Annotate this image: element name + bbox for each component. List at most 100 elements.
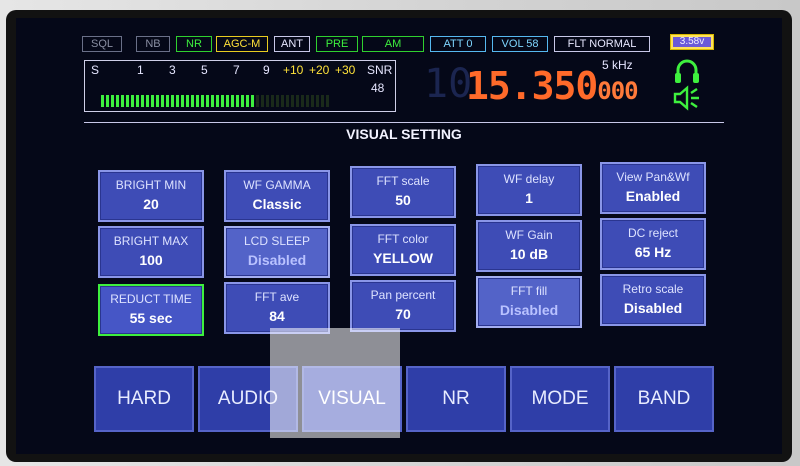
signal-segment <box>206 95 209 107</box>
tab-mode[interactable]: MODE <box>510 366 610 432</box>
signal-segment <box>286 95 289 107</box>
snr-label: SNR <box>367 63 393 77</box>
setting-value: Classic <box>252 196 302 212</box>
frequency-main: 15.350 <box>466 64 598 108</box>
signal-segment <box>111 95 114 107</box>
signal-segment <box>311 95 314 107</box>
setting-fft-scale[interactable]: FFT scale 50 <box>350 166 456 218</box>
signal-segment <box>256 95 259 107</box>
setting-label: WF delay <box>503 172 555 186</box>
tuning-step[interactable]: 5 kHz <box>602 58 633 72</box>
signal-bar <box>101 95 331 107</box>
signal-segment <box>326 95 329 107</box>
att-indicator[interactable]: ATT 0 <box>430 36 486 52</box>
s-meter-tick: 5 <box>201 63 208 77</box>
agc-indicator[interactable]: AGC-M <box>216 36 268 52</box>
signal-segment <box>156 95 159 107</box>
setting-value: 100 <box>139 252 163 268</box>
signal-segment <box>211 95 214 107</box>
signal-segment <box>236 95 239 107</box>
setting-wf-gamma[interactable]: WF GAMMA Classic <box>224 170 330 222</box>
setting-fft-ave[interactable]: FFT ave 84 <box>224 282 330 334</box>
headphone-icon[interactable] <box>672 56 702 86</box>
tab-nr[interactable]: NR <box>406 366 506 432</box>
setting-value: 1 <box>525 190 533 206</box>
setting-wf-delay[interactable]: WF delay 1 <box>476 164 582 216</box>
setting-value: 84 <box>269 308 285 324</box>
tab-band[interactable]: BAND <box>614 366 714 432</box>
tab-hard[interactable]: HARD <box>94 366 194 432</box>
signal-segment <box>101 95 104 107</box>
setting-value: 10 dB <box>509 246 549 262</box>
frequency-ghost-digits: 10 <box>424 61 473 107</box>
setting-lcd-sleep[interactable]: LCD SLEEP Disabled <box>224 226 330 278</box>
setting-fft-fill[interactable]: FFT fill Disabled <box>476 276 582 328</box>
pre-indicator[interactable]: PRE <box>316 36 358 52</box>
setting-retro-scale[interactable]: Retro scale Disabled <box>600 274 706 326</box>
signal-segment <box>216 95 219 107</box>
signal-segment <box>166 95 169 107</box>
s-meter-s-label: S <box>91 63 100 77</box>
signal-segment <box>116 95 119 107</box>
signal-segment <box>221 95 224 107</box>
s-meter: S 1 3 5 7 9 +10 +20 +30 SNR 48 <box>84 60 396 112</box>
speaker-icon[interactable] <box>672 84 702 112</box>
s-meter-tick: 3 <box>169 63 176 77</box>
sql-indicator[interactable]: SQL <box>82 36 122 52</box>
setting-reduct-time[interactable]: REDUCT TIME 55 sec <box>98 284 204 336</box>
setting-value: 65 Hz <box>634 244 672 260</box>
frequency-fine: 000 <box>597 77 638 105</box>
setting-value: 70 <box>395 306 411 322</box>
signal-segment <box>291 95 294 107</box>
setting-label: FFT ave <box>254 290 300 304</box>
signal-segment <box>126 95 129 107</box>
signal-segment <box>131 95 134 107</box>
radio-screen: SQL NB NR AGC-M ANT PRE AM ATT 0 VOL 58 … <box>16 18 782 454</box>
setting-bright-min[interactable]: BRIGHT MIN 20 <box>98 170 204 222</box>
setting-dc-reject[interactable]: DC reject 65 Hz <box>600 218 706 270</box>
setting-label: BRIGHT MIN <box>115 178 187 192</box>
setting-label: FFT scale <box>376 174 430 188</box>
setting-label: LCD SLEEP <box>243 234 311 248</box>
setting-label: DC reject <box>627 226 678 240</box>
signal-segment <box>306 95 309 107</box>
signal-segment <box>121 95 124 107</box>
setting-value: Enabled <box>625 188 681 204</box>
setting-label: WF Gain <box>505 228 553 242</box>
signal-segment <box>186 95 189 107</box>
signal-segment <box>271 95 274 107</box>
nb-indicator[interactable]: NB <box>136 36 170 52</box>
setting-bright-max[interactable]: BRIGHT MAX 100 <box>98 226 204 278</box>
snr-value: 48 <box>371 81 385 95</box>
setting-wf-gain[interactable]: WF Gain 10 dB <box>476 220 582 272</box>
s-meter-plus-tick: +30 <box>335 63 356 77</box>
setting-value: 50 <box>395 192 411 208</box>
signal-segment <box>261 95 264 107</box>
setting-label: REDUCT TIME <box>110 292 192 306</box>
signal-segment <box>176 95 179 107</box>
signal-segment <box>191 95 194 107</box>
battery-voltage: 3.58v <box>679 36 705 47</box>
nr-indicator[interactable]: NR <box>176 36 212 52</box>
signal-segment <box>246 95 249 107</box>
signal-segment <box>136 95 139 107</box>
ant-indicator[interactable]: ANT <box>274 36 310 52</box>
signal-segment <box>226 95 229 107</box>
signal-segment <box>181 95 184 107</box>
signal-segment <box>201 95 204 107</box>
volume-indicator[interactable]: VOL 58 <box>492 36 548 52</box>
filter-indicator[interactable]: FLT NORMAL <box>554 36 650 52</box>
signal-segment <box>316 95 319 107</box>
page-title: VISUAL SETTING <box>346 126 462 142</box>
signal-segment <box>251 95 254 107</box>
signal-segment <box>231 95 234 107</box>
setting-pan-percent[interactable]: Pan percent 70 <box>350 280 456 332</box>
setting-fft-color[interactable]: FFT color YELLOW <box>350 224 456 276</box>
signal-segment <box>301 95 304 107</box>
tab-audio[interactable]: AUDIO <box>198 366 298 432</box>
mode-indicator[interactable]: AM <box>362 36 424 52</box>
setting-label: Pan percent <box>370 288 436 302</box>
setting-value: Disabled <box>247 252 307 268</box>
setting-view-pan-wf[interactable]: View Pan&Wf Enabled <box>600 162 706 214</box>
tab-visual[interactable]: VISUAL <box>302 366 402 432</box>
